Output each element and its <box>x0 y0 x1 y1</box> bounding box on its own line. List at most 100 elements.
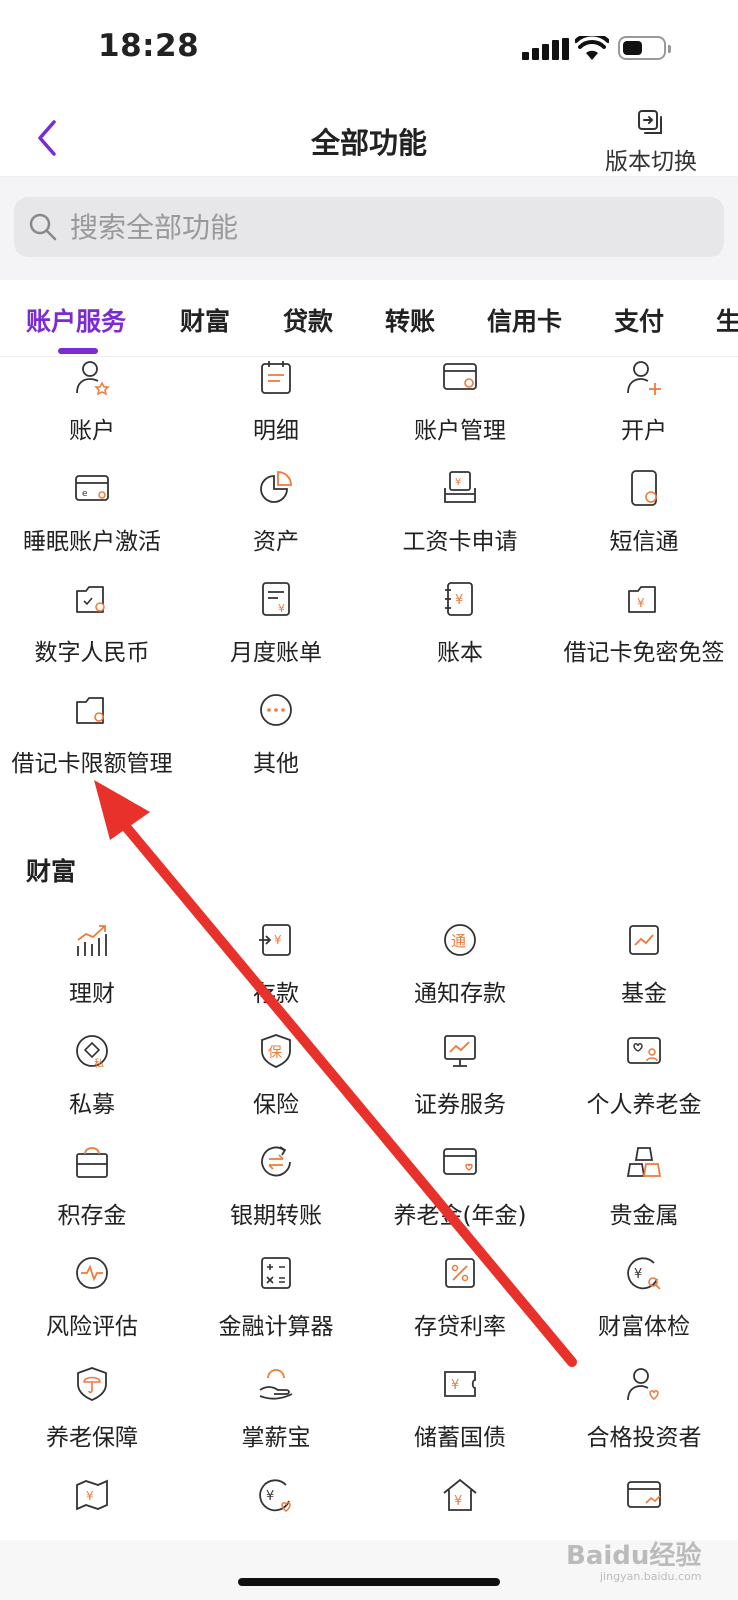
grid-item-label: 明细 <box>253 418 299 444</box>
watermark-url: jingyan.baidu.com <box>600 1570 702 1583</box>
grid-item-securities[interactable]: 证券服务 <box>368 1031 552 1119</box>
tab-payment[interactable]: 支付 <box>614 302 664 338</box>
version-switch-button[interactable]: 版本切换 <box>596 108 706 176</box>
grid-item-debit-limit-management[interactable]: 借记卡限额管理 <box>0 690 184 778</box>
grid-item-savings-bonds[interactable]: ¥ 储蓄国债 <box>368 1364 552 1452</box>
grid-item-risk-assessment[interactable]: 风险评估 <box>0 1253 184 1341</box>
assets-pie-icon <box>260 471 292 503</box>
grid-item-label: 个人养老金 <box>586 1092 702 1118</box>
active-tab-indicator <box>58 348 98 354</box>
grid-item-label: 风险评估 <box>46 1314 138 1340</box>
savings-bond-ticket-icon: ¥ <box>444 1371 476 1397</box>
grid-item-interest-rates[interactable]: 存贷利率 <box>368 1253 552 1341</box>
grid-item-other[interactable]: 其他 <box>184 690 368 778</box>
grid-item-deposit[interactable]: ¥ 存款 <box>184 920 368 1008</box>
grid-item-wealth-management[interactable]: 理财 <box>0 920 184 1008</box>
grid-item-qualified-investor[interactable]: 合格投资者 <box>552 1364 736 1452</box>
notice-deposit-icon: 通 <box>444 924 476 956</box>
status-bar: 18:28 <box>0 0 738 95</box>
home-indicator[interactable] <box>238 1578 500 1586</box>
search-area <box>0 177 738 280</box>
securities-monitor-icon <box>444 1035 476 1067</box>
grid-item-label: 月度账单 <box>230 640 322 666</box>
partial-coin-heart-icon[interactable]: ¥ <box>256 1475 296 1515</box>
fund-chart-icon <box>629 925 659 955</box>
tab-transfer[interactable]: 转账 <box>385 302 435 338</box>
grid-item-label: 借记卡免密免签 <box>563 640 725 666</box>
grid-item-assets[interactable]: 资产 <box>184 468 368 556</box>
digital-rmb-wallet-icon <box>76 586 105 613</box>
tab-credit-card[interactable]: 信用卡 <box>487 302 562 338</box>
svg-text:¥: ¥ <box>266 1489 274 1504</box>
search-bar[interactable] <box>14 197 724 257</box>
search-input[interactable] <box>68 209 672 245</box>
personal-pension-card-icon <box>627 1037 661 1064</box>
grid-item-account[interactable]: 账户 <box>0 357 184 445</box>
grid-item-label: 通知存款 <box>414 981 506 1007</box>
grid-item-label: 掌薪宝 <box>241 1425 311 1451</box>
grid-item-details[interactable]: 明细 <box>184 357 368 445</box>
partial-card-chart-icon[interactable] <box>624 1475 664 1515</box>
tab-wealth[interactable]: 财富 <box>180 302 230 338</box>
grid-item-label: 财富体检 <box>598 1314 690 1340</box>
grid-item-debit-no-password[interactable]: ¥ 借记卡免密免签 <box>552 579 736 667</box>
precious-metals-gold-bar-icon <box>626 1147 662 1177</box>
tab-loans[interactable]: 贷款 <box>283 302 333 338</box>
grid-item-label: 养老保障 <box>46 1425 138 1451</box>
grid-item-fund[interactable]: 基金 <box>552 920 736 1008</box>
grid-item-bank-futures-transfer[interactable]: 银期转账 <box>184 1142 368 1230</box>
grid-item-precious-metals[interactable]: 贵金属 <box>552 1142 736 1230</box>
grid-item-label: 数字人民币 <box>34 640 150 666</box>
grid-item-pension-annuity[interactable]: 养老金(年金) <box>368 1142 552 1230</box>
grid-item-label: 账户 <box>69 418 115 444</box>
grid-item-open-account[interactable]: 开户 <box>552 357 736 445</box>
more-dots-icon <box>260 694 292 726</box>
grid-item-label: 保险 <box>253 1092 299 1118</box>
account-user-icon <box>76 361 110 396</box>
tab-life[interactable]: 生 <box>716 302 738 338</box>
risk-assessment-pulse-icon <box>76 1257 108 1289</box>
svg-text:通: 通 <box>451 932 466 950</box>
grid-item-pension-security[interactable]: 养老保障 <box>0 1364 184 1452</box>
grid-item-label: 养老金(年金) <box>393 1203 527 1229</box>
grid-item-account-management[interactable]: 账户管理 <box>368 357 552 445</box>
grid-item-label: 借记卡限额管理 <box>11 751 173 777</box>
grid-item-dormant-activation[interactable]: e 睡眠账户激活 <box>0 468 184 556</box>
grid-item-ledger[interactable]: ¥ 账本 <box>368 579 552 667</box>
partial-map-icon[interactable]: ¥ <box>72 1475 112 1515</box>
grid-item-gold-accumulation[interactable]: 积存金 <box>0 1142 184 1230</box>
wifi-icon <box>575 36 609 60</box>
svg-text:保: 保 <box>268 1045 282 1061</box>
grid-item-label: 银期转账 <box>230 1203 322 1229</box>
switch-version-icon <box>638 110 662 134</box>
wealth-management-chart-icon <box>77 925 107 956</box>
grid-item-salary-treasure[interactable]: 掌薪宝 <box>184 1364 368 1452</box>
svg-text:¥: ¥ <box>274 933 282 947</box>
grid-item-label: 账本 <box>437 640 483 666</box>
sms-phone-icon <box>631 470 657 506</box>
grid-item-personal-pension[interactable]: 个人养老金 <box>552 1031 736 1119</box>
account-management-card-icon <box>443 363 477 390</box>
partial-house-icon[interactable]: ¥ <box>440 1475 480 1515</box>
grid-item-sms[interactable]: 短信通 <box>552 468 736 556</box>
grid-item-private-equity[interactable]: 私 私募 <box>0 1031 184 1119</box>
watermark-brand: Baidu经验 <box>566 1541 702 1571</box>
grid-item-salary-card[interactable]: ¥ 工资卡申请 <box>368 468 552 556</box>
grid-item-notice-deposit[interactable]: 通 通知存款 <box>368 920 552 1008</box>
grid-item-digital-rmb[interactable]: 数字人民币 <box>0 579 184 667</box>
grid-item-label: 私募 <box>69 1092 115 1118</box>
grid-item-label: 证券服务 <box>414 1092 506 1118</box>
grid-item-label: 基金 <box>621 981 667 1007</box>
grid-item-monthly-bill[interactable]: ¥ 月度账单 <box>184 579 368 667</box>
grid-item-wealth-checkup[interactable]: ¥ 财富体检 <box>552 1253 736 1341</box>
grid-item-label: 其他 <box>253 751 299 777</box>
tab-account-services[interactable]: 账户服务 <box>26 302 126 338</box>
grid-item-label: 工资卡申请 <box>402 529 518 555</box>
grid-item-insurance[interactable]: 保 保险 <box>184 1031 368 1119</box>
battery-icon <box>618 36 671 60</box>
svg-text:¥: ¥ <box>86 1489 94 1503</box>
grid-item-financial-calculator[interactable]: 金融计算器 <box>184 1253 368 1341</box>
section-title-wealth: 财富 <box>26 857 77 886</box>
deposit-icon: ¥ <box>259 924 291 956</box>
svg-text:¥: ¥ <box>451 1378 459 1393</box>
